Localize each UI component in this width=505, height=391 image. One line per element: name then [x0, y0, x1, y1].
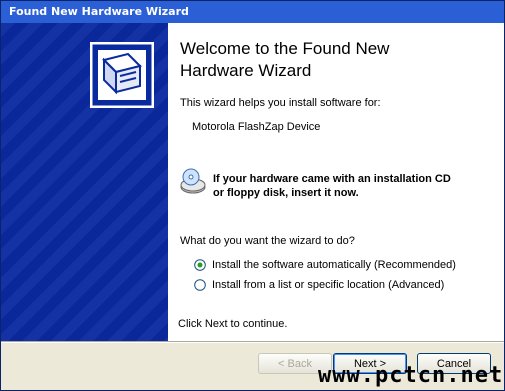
- radio-label-from-list[interactable]: Install from a list or specific location…: [212, 279, 444, 291]
- radio-install-automatic[interactable]: [194, 259, 206, 271]
- cd-icon: [180, 168, 206, 194]
- wizard-content: Welcome to the Found New Hardware Wizard…: [168, 23, 504, 341]
- wizard-window: Found New Hardware Wizard Welcome to the…: [0, 0, 505, 391]
- wizard-side-panel: [1, 23, 168, 341]
- window-title: Found New Hardware Wizard: [9, 5, 189, 18]
- watermark: www.pctcn.net: [318, 363, 504, 388]
- cd-note: If your hardware came with an installati…: [213, 173, 451, 199]
- radio-label-automatic[interactable]: Install the software automatically (Reco…: [212, 259, 456, 271]
- intro-text: This wizard helps you install software f…: [180, 97, 381, 109]
- device-name: Motorola FlashZap Device: [192, 121, 321, 133]
- question-text: What do you want the wizard to do?: [180, 235, 355, 247]
- radio-install-from-list[interactable]: [194, 279, 206, 291]
- page-title: Welcome to the Found New Hardware Wizard: [180, 39, 390, 80]
- title-bar[interactable]: Found New Hardware Wizard: [1, 1, 504, 23]
- continue-text: Click Next to continue.: [178, 318, 288, 330]
- hardware-wizard-icon: [90, 42, 154, 108]
